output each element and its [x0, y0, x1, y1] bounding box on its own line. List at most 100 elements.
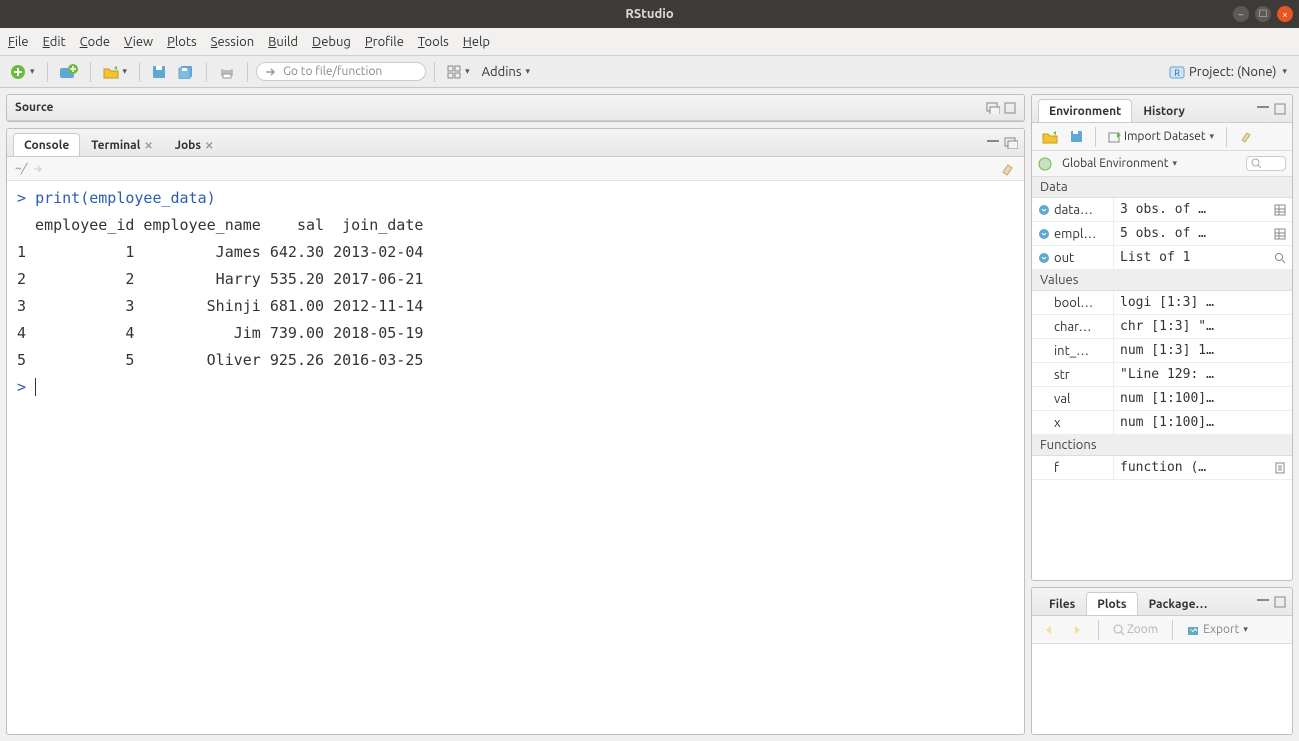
menu-help[interactable]: Help	[463, 35, 490, 49]
tab-console[interactable]: Console	[13, 133, 80, 156]
env-row[interactable]: data… 3 obs. of …	[1032, 198, 1292, 222]
project-menu[interactable]: R Project: (None) ▾	[1163, 62, 1293, 82]
clear-console-icon[interactable]	[1000, 162, 1016, 176]
print-button[interactable]	[215, 63, 239, 81]
env-row[interactable]: empl… 5 obs. of …	[1032, 222, 1292, 246]
env-row[interactable]: char…chr [1:3] "…	[1032, 315, 1292, 339]
menubar: File Edit Code View Plots Session Build …	[0, 28, 1299, 56]
menu-plots[interactable]: Plots	[167, 35, 197, 49]
menu-session[interactable]: Session	[211, 35, 254, 49]
load-workspace-button[interactable]	[1038, 128, 1062, 146]
tab-terminal[interactable]: Terminal✕	[80, 133, 163, 156]
project-label: Project: (None)	[1189, 65, 1276, 79]
maximize-pane-icon[interactable]	[1004, 102, 1016, 114]
env-section-values: Values	[1032, 270, 1292, 291]
addins-button[interactable]: Addins ▾	[478, 63, 534, 81]
close-icon[interactable]: ✕	[205, 140, 213, 152]
plots-tabs: Files Plots Package…	[1032, 588, 1292, 616]
menu-tools[interactable]: Tools	[418, 35, 449, 49]
env-row[interactable]: str"Line 129: …	[1032, 363, 1292, 387]
expand-icon[interactable]	[1038, 204, 1050, 216]
maximize-pane-icon[interactable]	[1274, 596, 1286, 608]
tab-environment[interactable]: Environment	[1038, 99, 1132, 122]
env-row[interactable]: ffunction (…	[1032, 456, 1292, 480]
env-row[interactable]: int_…num [1:3] 1…	[1032, 339, 1292, 363]
separator	[1172, 620, 1173, 640]
env-row[interactable]: out List of 1	[1032, 246, 1292, 270]
plot-prev-button[interactable]	[1038, 622, 1060, 638]
tab-files[interactable]: Files	[1038, 592, 1086, 615]
new-project-button[interactable]	[56, 62, 82, 82]
import-icon	[1108, 131, 1122, 143]
expand-icon[interactable]	[1038, 252, 1050, 264]
minimize-pane-icon[interactable]	[986, 137, 1000, 149]
env-row[interactable]: valnum [1:100]…	[1032, 387, 1292, 411]
maximize-button[interactable]: ☐	[1255, 6, 1271, 22]
save-button[interactable]	[148, 63, 170, 81]
console-output[interactable]: > print(employee_data) employee_id emplo…	[7, 181, 1024, 734]
menu-profile[interactable]: Profile	[365, 35, 404, 49]
environment-list[interactable]: Data data… 3 obs. of … empl… 5 obs. of ……	[1032, 177, 1292, 580]
goto-file-function[interactable]: Go to file/function	[256, 62, 426, 81]
print-icon	[219, 65, 235, 79]
environment-tabs: Environment History	[1032, 95, 1292, 123]
minimize-pane-icon[interactable]	[1256, 596, 1270, 608]
maximize-pane-icon[interactable]	[1274, 103, 1286, 115]
minimize-pane-icon[interactable]	[986, 102, 1000, 114]
close-icon[interactable]: ✕	[144, 140, 152, 152]
menu-edit[interactable]: Edit	[43, 35, 66, 49]
grid-icon	[447, 65, 461, 79]
zoom-button[interactable]: Zoom	[1109, 621, 1162, 638]
minimize-button[interactable]: –	[1233, 6, 1249, 22]
environment-scope-dropdown[interactable]: Global Environment ▾	[1058, 155, 1181, 172]
maximize-pane-icon[interactable]	[1004, 137, 1018, 149]
expand-icon[interactable]	[1038, 228, 1050, 240]
clear-workspace-button[interactable]	[1235, 128, 1257, 145]
close-button[interactable]: ×	[1277, 6, 1293, 22]
environment-search[interactable]	[1246, 156, 1286, 171]
export-button[interactable]: Export ▾	[1183, 621, 1252, 638]
project-plus-icon	[60, 64, 78, 80]
popout-icon[interactable]	[33, 164, 45, 174]
minimize-pane-icon[interactable]	[1256, 103, 1270, 115]
environment-toolbar: Import Dataset ▾	[1032, 123, 1292, 151]
main-area: Source Console Terminal✕ Jobs✕ ~/	[0, 88, 1299, 741]
env-row[interactable]: xnum [1:100]…	[1032, 411, 1292, 435]
search-icon[interactable]	[1274, 252, 1286, 264]
menu-file[interactable]: File	[8, 35, 29, 49]
chevron-down-icon: ▾	[1173, 158, 1178, 169]
source-pane-header: Source	[7, 95, 1024, 121]
tab-packages[interactable]: Package…	[1138, 592, 1219, 615]
r-env-icon	[1038, 157, 1052, 171]
open-file-button[interactable]: ▾	[99, 62, 132, 82]
grid-icon[interactable]	[1274, 228, 1286, 240]
console-tabs: Console Terminal✕ Jobs✕	[7, 129, 1024, 157]
grid-view-button[interactable]: ▾	[443, 63, 474, 81]
svg-text:R: R	[1174, 68, 1180, 78]
addins-label: Addins	[482, 65, 522, 79]
separator	[434, 62, 435, 82]
project-icon: R	[1169, 64, 1185, 80]
plot-canvas	[1032, 644, 1292, 734]
chevron-down-icon: ▾	[525, 66, 530, 77]
import-dataset-button[interactable]: Import Dataset ▾	[1104, 128, 1218, 145]
plot-next-button[interactable]	[1066, 622, 1088, 638]
env-row[interactable]: bool…logi [1:3] …	[1032, 291, 1292, 315]
chevron-down-icon: ▾	[1282, 66, 1287, 77]
save-workspace-button[interactable]	[1066, 128, 1087, 145]
tab-jobs[interactable]: Jobs✕	[164, 133, 225, 156]
sheet-icon[interactable]	[1274, 462, 1286, 474]
search-icon	[1251, 158, 1262, 169]
save-all-button[interactable]	[174, 63, 198, 81]
env-section-functions: Functions	[1032, 435, 1292, 456]
tab-plots[interactable]: Plots	[1086, 592, 1137, 615]
menu-view[interactable]: View	[124, 35, 153, 49]
grid-icon[interactable]	[1274, 204, 1286, 216]
arrow-right-icon	[1070, 624, 1084, 636]
menu-code[interactable]: Code	[80, 35, 110, 49]
window-title: RStudio	[625, 7, 673, 21]
new-file-button[interactable]: ▾	[6, 62, 39, 82]
tab-history[interactable]: History	[1132, 99, 1196, 122]
menu-debug[interactable]: Debug	[312, 35, 351, 49]
menu-build[interactable]: Build	[268, 35, 298, 49]
